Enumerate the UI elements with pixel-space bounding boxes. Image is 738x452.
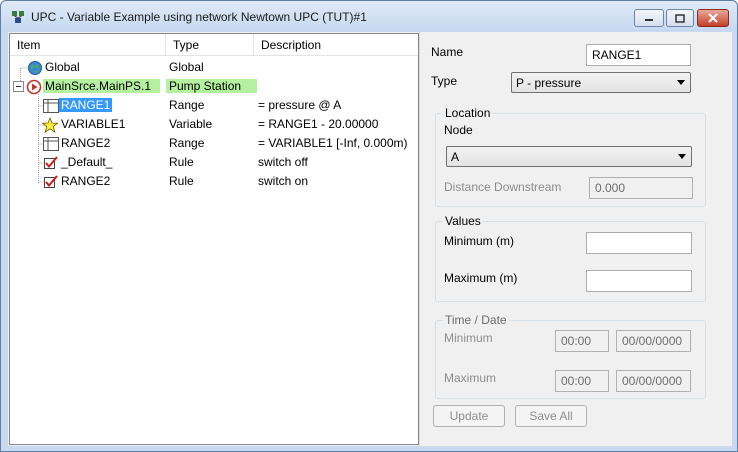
tree-label: VARIABLE1 xyxy=(61,117,126,131)
name-field[interactable]: RANGE1 xyxy=(586,44,691,66)
tree-row-range2-rule[interactable]: RANGE2 Rule switch on xyxy=(10,172,418,191)
minimize-icon xyxy=(645,19,653,21)
node-dropdown[interactable]: A xyxy=(446,146,692,167)
rule-check-icon xyxy=(44,175,58,188)
tree-type: Range xyxy=(169,98,205,112)
tree-label: _Default_ xyxy=(61,155,113,169)
minimize-button[interactable] xyxy=(634,9,664,27)
tree-description: = RANGE1 - 20.00000 xyxy=(258,117,379,131)
distance-downstream-label: Distance Downstream xyxy=(444,180,562,194)
maximize-icon xyxy=(675,13,685,23)
chevron-down-icon xyxy=(678,154,686,159)
td-maximum-date-field[interactable]: 00/00/0000 xyxy=(616,370,691,392)
maximum-label: Maximum (m) xyxy=(444,271,518,285)
variable-tree[interactable]: Item Type Description Global Global Main… xyxy=(9,33,419,445)
tree-label: RANGE2 xyxy=(61,136,111,150)
name-label: Name xyxy=(431,45,464,59)
location-group-label: Location xyxy=(443,106,493,120)
tree-label: MainSrce.MainPS.1 xyxy=(43,79,161,93)
tree-description: switch on xyxy=(258,174,309,188)
distance-downstream-field[interactable]: 0.000 xyxy=(589,177,693,199)
pump-station-icon xyxy=(26,79,42,95)
tree-type: Pump Station xyxy=(166,79,258,93)
window-title: UPC - Variable Example using network New… xyxy=(31,10,367,24)
range-icon xyxy=(43,99,59,113)
time-date-group: Time / Date Minimum 00:00 00/00/0000 Max… xyxy=(435,313,706,399)
tree-type: Variable xyxy=(169,117,213,131)
values-group: Values Minimum (m) Maximum (m) xyxy=(435,214,706,302)
tree-row-range1[interactable]: RANGE1 Range = pressure @ A xyxy=(10,96,418,115)
tree-row-range2[interactable]: RANGE2 Range = VARIABLE1 [-Inf, 0.000m) xyxy=(10,134,418,153)
star-icon xyxy=(42,117,58,133)
maximum-field[interactable] xyxy=(586,270,692,292)
tree-type: Range xyxy=(169,136,205,150)
tree-row-default-rule[interactable]: _Default_ Rule switch off xyxy=(10,153,418,172)
minimum-label: Minimum (m) xyxy=(444,234,514,248)
tree-description: = VARIABLE1 [-Inf, 0.000m) xyxy=(258,136,408,150)
column-header-type[interactable]: Type xyxy=(166,34,254,56)
td-minimum-time-field[interactable]: 00:00 xyxy=(555,330,609,352)
chevron-down-icon xyxy=(677,80,685,85)
tree-description: switch off xyxy=(258,155,308,169)
globe-icon xyxy=(28,61,42,75)
title-bar[interactable]: UPC - Variable Example using network New… xyxy=(1,1,737,31)
client-area: Item Type Description Global Global Main… xyxy=(8,32,732,446)
tree-label: Global xyxy=(45,60,80,74)
maximize-button[interactable] xyxy=(666,9,694,27)
close-button[interactable] xyxy=(697,9,729,27)
tree-row-pump-station[interactable]: MainSrce.MainPS.1 Pump Station xyxy=(10,77,418,96)
save-all-button[interactable]: Save All xyxy=(515,405,587,427)
tree-label: RANGE2 xyxy=(61,174,111,188)
tree-type: Global xyxy=(169,60,204,74)
collapse-icon[interactable] xyxy=(13,81,24,92)
location-group: Location Node A Distance Downstream 0.00… xyxy=(435,106,706,207)
main-window: UPC - Variable Example using network New… xyxy=(0,0,738,452)
values-group-label: Values xyxy=(443,214,483,228)
type-label: Type xyxy=(431,74,458,88)
range-icon xyxy=(43,137,59,151)
tree-row-global[interactable]: Global Global xyxy=(10,58,418,77)
td-maximum-label: Maximum xyxy=(444,371,497,385)
column-header-description[interactable]: Description xyxy=(254,34,418,56)
minimum-field[interactable] xyxy=(586,232,692,254)
properties-panel: Name RANGE1 Type P - pressure Location N… xyxy=(421,33,731,445)
app-icon xyxy=(12,11,24,23)
tree-row-variable1[interactable]: VARIABLE1 Variable = RANGE1 - 20.00000 xyxy=(10,115,418,134)
update-button[interactable]: Update xyxy=(433,405,505,427)
tree-description: = pressure @ A xyxy=(258,98,342,112)
rule-check-icon xyxy=(44,156,58,169)
time-date-group-label: Time / Date xyxy=(443,313,509,327)
tree-type: Rule xyxy=(169,155,194,169)
tree-type: Rule xyxy=(169,174,194,188)
type-dropdown-value: P - pressure xyxy=(516,76,582,90)
tree-header: Item Type Description xyxy=(10,34,418,56)
node-label: Node xyxy=(444,123,473,137)
td-maximum-time-field[interactable]: 00:00 xyxy=(555,370,609,392)
td-minimum-label: Minimum xyxy=(444,331,493,345)
node-dropdown-value: A xyxy=(451,150,460,164)
td-minimum-date-field[interactable]: 00/00/0000 xyxy=(616,330,691,352)
close-icon xyxy=(708,13,718,23)
type-dropdown[interactable]: P - pressure xyxy=(511,72,691,93)
tree-label: RANGE1 xyxy=(59,98,113,112)
